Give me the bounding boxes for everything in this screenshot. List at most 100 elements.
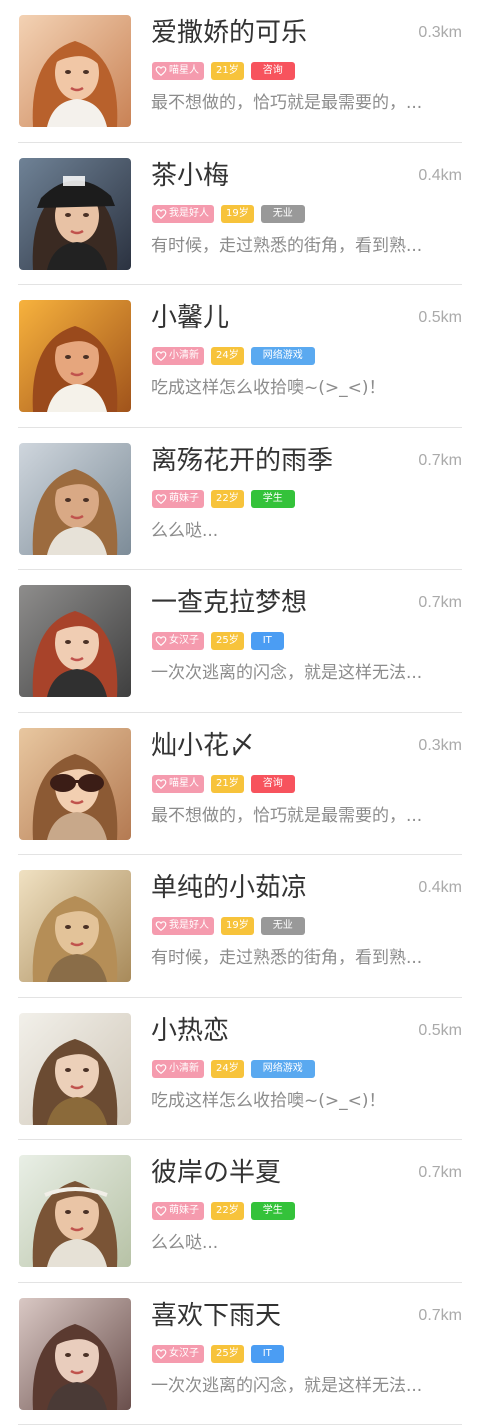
tag-group: 我是好人 19岁 无业 xyxy=(152,917,312,935)
distance-label: 0.7km xyxy=(418,1164,462,1181)
heart-outline-icon xyxy=(155,208,167,220)
bio-text: 吃成这样怎么收拾噢~(>_<)！ xyxy=(151,1090,386,1111)
age-tag: 25岁 xyxy=(211,632,244,650)
profile-row-6[interactable]: 灿小花〆 0.3km 喵星人 21岁 咨询 最不想做的，恰巧就是最需要的，... xyxy=(0,713,480,855)
profile-row-5[interactable]: 一查克拉梦想 0.7km 女汉子 25岁 IT 一次次逃离的闪念，就是这样无法.… xyxy=(0,570,480,713)
occupation-tag: 学生 xyxy=(250,1202,295,1220)
avatar-9[interactable] xyxy=(19,1155,131,1267)
occupation-tag: 网络游戏 xyxy=(250,1059,315,1078)
persona-tag: 小清新 xyxy=(152,1059,204,1078)
persona-tag: 女汉子 xyxy=(152,1344,204,1363)
persona-tag: 女汉子 xyxy=(152,632,204,650)
profile-row-9[interactable]: 彼岸の半夏 0.7km 萌妹子 22岁 学生 么么哒... xyxy=(0,1140,480,1283)
heart-outline-icon xyxy=(155,350,167,362)
occupation-tag: IT xyxy=(250,632,284,650)
avatar-photo-cap-girl xyxy=(19,157,131,270)
profile-name: 喜欢下雨天 xyxy=(151,1300,282,1331)
heart-outline-icon xyxy=(155,635,167,647)
distance-label: 0.5km xyxy=(418,309,462,326)
persona-label: 女汉子 xyxy=(169,1347,199,1359)
persona-tag: 喵星人 xyxy=(152,62,204,80)
avatar-1[interactable] xyxy=(19,15,131,127)
persona-label: 萌妹子 xyxy=(169,492,199,504)
profile-row-2[interactable]: 茶小梅 0.4km 我是好人 19岁 无业 有时候，走过熟悉的街角，看到熟... xyxy=(0,143,480,285)
bio-text: 吃成这样怎么收拾噢~(>_<)！ xyxy=(151,378,386,398)
persona-tag: 萌妹子 xyxy=(152,1202,204,1220)
profile-name: 小热恋 xyxy=(151,1015,230,1046)
occupation-tag: 咨询 xyxy=(250,62,295,80)
age-tag: 24岁 xyxy=(211,347,244,365)
avatar-8[interactable] xyxy=(19,1012,131,1125)
age-tag: 21岁 xyxy=(211,62,244,80)
persona-label: 喵星人 xyxy=(169,65,199,76)
heart-outline-icon xyxy=(155,920,167,932)
tag-group: 喵星人 21岁 咨询 xyxy=(152,774,302,793)
avatar-6[interactable] xyxy=(19,727,131,840)
profile-name: 爱撒娇的可乐 xyxy=(151,18,308,48)
occupation-tag: 无业 xyxy=(260,917,305,935)
occupation-tag: 无业 xyxy=(260,204,305,223)
bio-text: 有时候，走过熟悉的街角，看到熟... xyxy=(151,235,423,256)
age-tag: 24岁 xyxy=(211,1059,244,1078)
profile-name: 离殇花开的雨季 xyxy=(151,445,334,476)
avatar-photo-sepia-girl xyxy=(19,870,131,982)
heart-outline-icon xyxy=(155,778,167,790)
heart-outline-icon xyxy=(155,1348,167,1360)
occupation-tag: 网络游戏 xyxy=(250,347,315,365)
profile-row-7[interactable]: 单纯的小茹凉 0.4km 我是好人 19岁 无业 有时候，走过熟悉的街角，看到熟… xyxy=(0,855,480,998)
occupation-tag: IT xyxy=(250,1344,284,1363)
bio-text: 一次次逃离的闪念，就是这样无法... xyxy=(151,663,423,683)
distance-label: 0.7km xyxy=(418,451,462,469)
persona-label: 小清新 xyxy=(169,350,199,361)
distance-label: 0.3km xyxy=(418,24,462,41)
tag-group: 喵星人 21岁 咨询 xyxy=(152,62,302,80)
profile-name: 彼岸の半夏 xyxy=(151,1158,282,1188)
persona-tag: 喵星人 xyxy=(152,774,204,793)
tag-group: 小清新 24岁 网络游戏 xyxy=(152,1059,322,1078)
persona-tag: 我是好人 xyxy=(152,917,214,935)
distance-label: 0.5km xyxy=(418,1021,462,1039)
avatar-3[interactable] xyxy=(19,300,131,412)
profile-row-1[interactable]: 爱撒娇的可乐 0.3km 喵星人 21岁 咨询 最不想做的，恰巧就是最需要的，.… xyxy=(0,0,480,143)
distance-label: 0.4km xyxy=(418,166,462,184)
avatar-7[interactable] xyxy=(19,870,131,982)
avatar-5[interactable] xyxy=(19,585,131,697)
occupation-tag: 咨询 xyxy=(250,774,295,793)
avatar-2[interactable] xyxy=(19,157,131,270)
profile-row-4[interactable]: 离殇花开的雨季 0.7km 萌妹子 22岁 学生 么么哒... xyxy=(0,428,480,570)
persona-label: 喵星人 xyxy=(169,777,199,789)
bio-text: 有时候，走过熟悉的街角，看到熟... xyxy=(151,948,423,968)
avatar-photo-headband-girl xyxy=(19,1155,131,1267)
avatar-photo-messy-hair-girl xyxy=(19,1297,131,1410)
persona-tag: 小清新 xyxy=(152,347,204,365)
avatar-photo-sunglasses-girl xyxy=(19,727,131,840)
profile-row-3[interactable]: 小馨儿 0.5km 小清新 24岁 网络游戏 吃成这样怎么收拾噢~(>_<)！ xyxy=(0,285,480,428)
profile-row-8[interactable]: 小热恋 0.5km 小清新 24岁 网络游戏 吃成这样怎么收拾噢~(>_<)！ xyxy=(0,998,480,1140)
tag-group: 萌妹子 22岁 学生 xyxy=(152,1202,302,1220)
distance-label: 0.3km xyxy=(418,736,462,754)
avatar-10[interactable] xyxy=(19,1297,131,1410)
distance-label: 0.4km xyxy=(418,879,462,896)
tag-group: 小清新 24岁 网络游戏 xyxy=(152,347,322,365)
occupation-tag: 学生 xyxy=(250,489,295,508)
age-tag: 22岁 xyxy=(211,1202,244,1220)
bio-text: 么么哒... xyxy=(151,1233,219,1253)
profile-name: 一查克拉梦想 xyxy=(151,588,308,618)
heart-outline-icon xyxy=(155,1063,167,1075)
tag-group: 女汉子 25岁 IT xyxy=(152,632,291,650)
persona-tag: 萌妹子 xyxy=(152,489,204,508)
bio-text: 最不想做的，恰巧就是最需要的，... xyxy=(151,805,423,826)
avatar-4[interactable] xyxy=(19,442,131,555)
profile-name: 灿小花〆 xyxy=(151,730,256,761)
profile-name: 单纯的小茹凉 xyxy=(151,873,308,903)
age-tag: 25岁 xyxy=(211,1344,244,1363)
profile-row-10[interactable]: 喜欢下雨天 0.7km 女汉子 25岁 IT 一次次逃离的闪念，就是这样无法..… xyxy=(0,1283,480,1425)
avatar-photo-red-hair-girl xyxy=(19,15,131,127)
persona-tag: 我是好人 xyxy=(152,204,214,223)
persona-label: 小清新 xyxy=(169,1062,199,1074)
bio-text: 最不想做的，恰巧就是最需要的，... xyxy=(151,93,423,113)
persona-label: 萌妹子 xyxy=(169,1205,199,1216)
heart-outline-icon xyxy=(155,1205,167,1217)
persona-label: 我是好人 xyxy=(169,207,209,219)
age-tag: 19岁 xyxy=(221,917,254,935)
